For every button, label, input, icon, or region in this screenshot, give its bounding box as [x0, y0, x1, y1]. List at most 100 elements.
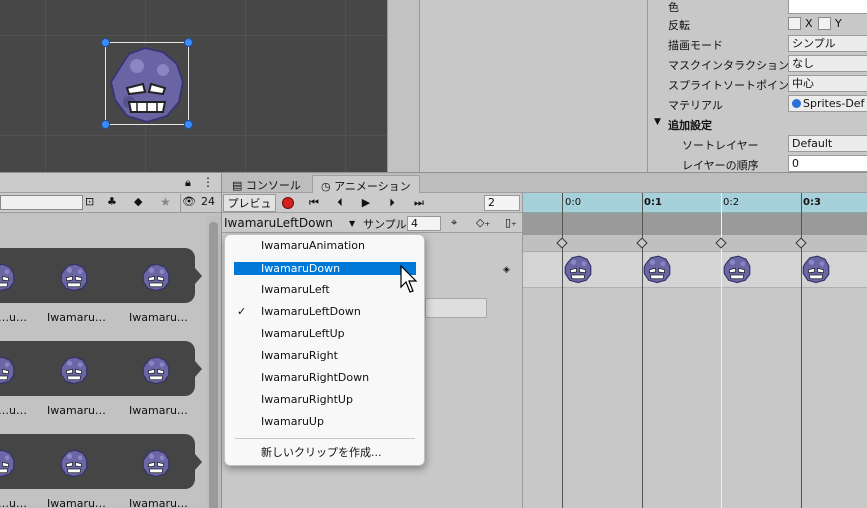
sort-point-select[interactable]: 中心 — [788, 75, 867, 92]
hidden-count: 24 — [201, 195, 215, 208]
expand-arrow-icon[interactable] — [195, 268, 202, 284]
inspector-label: スプライトソートポイント — [668, 79, 800, 92]
next-frame-button[interactable]: ⏵ — [382, 194, 402, 212]
keyframe-sprite[interactable] — [642, 254, 672, 284]
sprite-thumbnail[interactable] — [59, 448, 89, 478]
inspector-label: 反転 — [668, 19, 690, 32]
favorite-icon[interactable]: ★ — [160, 195, 171, 209]
inspector-label: 色 — [668, 1, 679, 14]
scrollbar-thumb[interactable] — [209, 222, 218, 508]
expand-arrow-icon[interactable] — [195, 361, 202, 377]
first-frame-button[interactable]: ⏮ — [304, 194, 324, 212]
preview-button[interactable]: プレビュー — [223, 194, 276, 228]
menu-item-iwamaruleftup[interactable]: IwamaruLeftUp — [225, 323, 424, 345]
menu-item-iwamaruanimation[interactable]: IwamaruAnimation — [225, 235, 424, 257]
menu-item-iwamarudown[interactable]: IwamaruDown — [234, 262, 416, 275]
prev-frame-button[interactable]: ⏴ — [330, 194, 350, 212]
add-keyframe-icon[interactable]: ⌖ — [451, 216, 457, 230]
grid-line — [245, 0, 246, 172]
first-frame-icon: ⏮ — [309, 196, 319, 209]
sprite-thumbnail[interactable] — [59, 355, 89, 385]
clip-select-value: IwamaruLeftDown — [224, 216, 333, 230]
menu-item-iwamaruleftdown[interactable]: ✓ IwamaruLeftDown — [225, 301, 424, 323]
section-additional[interactable]: ▼ 追加設定 — [648, 114, 867, 134]
search-input[interactable] — [0, 195, 83, 210]
add-event-icon[interactable]: ▯₊ — [505, 216, 517, 229]
sprite-thumbnail[interactable] — [59, 262, 89, 292]
mask-interaction-select[interactable]: なし — [788, 55, 867, 72]
sprite-label: Iwamaru… — [129, 404, 188, 417]
grid-line — [0, 35, 387, 36]
empty-pane — [420, 0, 648, 172]
menu-item-iwamaruright[interactable]: IwamaruRight — [225, 345, 424, 367]
inspector-row-order: レイヤーの順序 0 — [648, 154, 867, 174]
sort-layer-select[interactable]: Default — [788, 135, 867, 152]
search-filter-icon[interactable]: ⊡ — [85, 195, 94, 208]
tab-console[interactable]: ▤ コンソール — [224, 175, 309, 194]
scene-view[interactable] — [0, 0, 387, 172]
summary-key-row[interactable] — [523, 235, 867, 252]
flip-y-label: Y — [835, 17, 842, 30]
resize-handle[interactable] — [184, 38, 193, 47]
tab-animation[interactable]: ◷ アニメーション — [312, 175, 420, 194]
last-frame-button[interactable]: ⏭ — [408, 194, 430, 212]
sprite-thumbnail[interactable] — [141, 262, 171, 292]
selection-rect — [105, 42, 189, 125]
lock-icon[interactable]: 🔒︎ — [185, 176, 191, 190]
menu-item-label: IwamaruLeft — [261, 283, 330, 296]
menu-icon[interactable]: ⋮ — [202, 175, 214, 189]
inspector-row-draw-mode: 描画モード シンプル — [648, 34, 867, 54]
flip-y-checkbox[interactable] — [818, 17, 831, 30]
keyframe-sprite[interactable] — [563, 254, 593, 284]
menu-item-iwamarurightdown[interactable]: IwamaruRightDown — [225, 367, 424, 389]
sprite-thumbnail[interactable] — [0, 355, 16, 385]
expand-arrow-icon[interactable] — [195, 454, 202, 470]
resize-handle[interactable] — [101, 120, 110, 129]
keyframe-sprite[interactable] — [722, 254, 752, 284]
menu-item-label: IwamaruLeftDown — [261, 305, 361, 318]
key-diamond-icon[interactable]: ◈ — [503, 265, 510, 275]
label-filter-icon[interactable]: ◆ — [134, 195, 142, 208]
menu-item-iwamaruup[interactable]: IwamaruUp — [225, 411, 424, 433]
keyframe-sprite[interactable] — [801, 254, 831, 284]
record-button[interactable] — [278, 194, 298, 212]
order-in-layer-input[interactable]: 0 — [788, 155, 867, 172]
frame-input[interactable]: 2 — [484, 195, 520, 211]
add-key-icon[interactable]: ◇₊ — [476, 216, 490, 229]
inspector-row-sort-layer: ソートレイヤー Default — [648, 134, 867, 154]
draw-mode-select[interactable]: シンプル — [788, 35, 867, 52]
clip-select[interactable]: IwamaruLeftDown ▼ — [224, 215, 360, 232]
sprite-label: …u… — [0, 497, 27, 508]
hidden-icon[interactable]: 👁︎ — [182, 195, 196, 208]
sample-input[interactable]: 4 — [407, 216, 441, 231]
menu-item-iwamarurightup[interactable]: IwamaruRightUp — [225, 389, 424, 411]
add-property-button[interactable] — [425, 298, 487, 318]
inspector-label: ソートレイヤー — [682, 139, 759, 152]
material-field[interactable]: Sprites-Def — [788, 95, 867, 112]
inspector-label: 描画モード — [668, 39, 723, 52]
chevron-down-icon: ▼ — [349, 219, 356, 228]
clip-dropdown-menu: IwamaruAnimation IwamaruDown IwamaruLeft… — [224, 234, 425, 466]
menu-item-create-new-clip[interactable]: 新しいクリップを作成... — [225, 442, 424, 464]
sprite-thumbnail[interactable] — [141, 448, 171, 478]
tick-label: 0:3 — [803, 197, 821, 208]
color-field[interactable] — [788, 0, 867, 14]
sprite-thumbnail[interactable] — [0, 448, 16, 478]
divider — [522, 193, 523, 508]
sprite-thumbnail[interactable] — [0, 262, 16, 292]
grid-line — [45, 0, 46, 172]
menu-item-label: IwamaruUp — [261, 415, 324, 428]
flip-x-checkbox[interactable] — [788, 17, 801, 30]
inspector-label: マテリアル — [668, 99, 723, 112]
material-value: Sprites-Def — [803, 97, 865, 110]
empty-pane — [388, 0, 420, 172]
event-row[interactable] — [523, 213, 867, 235]
type-filter-icon[interactable]: ♣ — [107, 195, 117, 208]
sprite-label: Iwamaru… — [47, 311, 106, 324]
sprite-thumbnail[interactable] — [141, 355, 171, 385]
play-button[interactable]: ▶ — [356, 194, 376, 212]
resize-handle[interactable] — [184, 120, 193, 129]
resize-handle[interactable] — [101, 38, 110, 47]
menu-item-iwamaruleft[interactable]: IwamaruLeft — [225, 279, 424, 301]
tab-label: アニメーション — [334, 180, 411, 193]
